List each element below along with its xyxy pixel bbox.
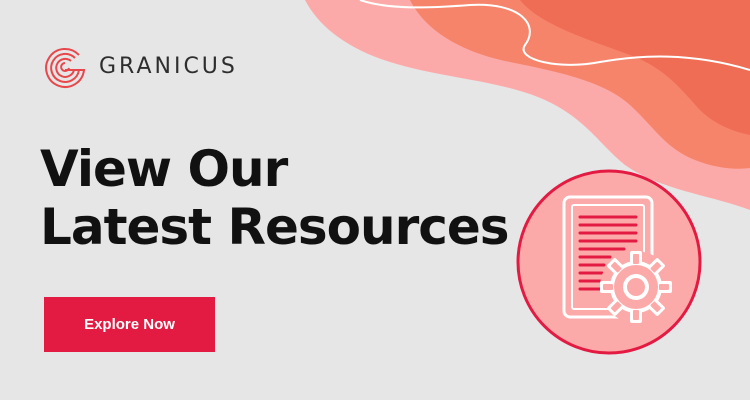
brand-name: GRANICUS [99, 54, 238, 79]
brand-logo[interactable]: GRANICUS [43, 45, 238, 89]
headline-line-2: Latest Resources [40, 198, 510, 256]
headline-line-1: View Our [40, 140, 288, 198]
granicus-g-logo-icon [45, 48, 86, 88]
page-headline: View Our Latest Resources [40, 140, 510, 256]
gear-icon [600, 251, 672, 323]
explore-now-button[interactable]: Explore Now [44, 297, 215, 352]
document-gear-icon [516, 169, 702, 355]
